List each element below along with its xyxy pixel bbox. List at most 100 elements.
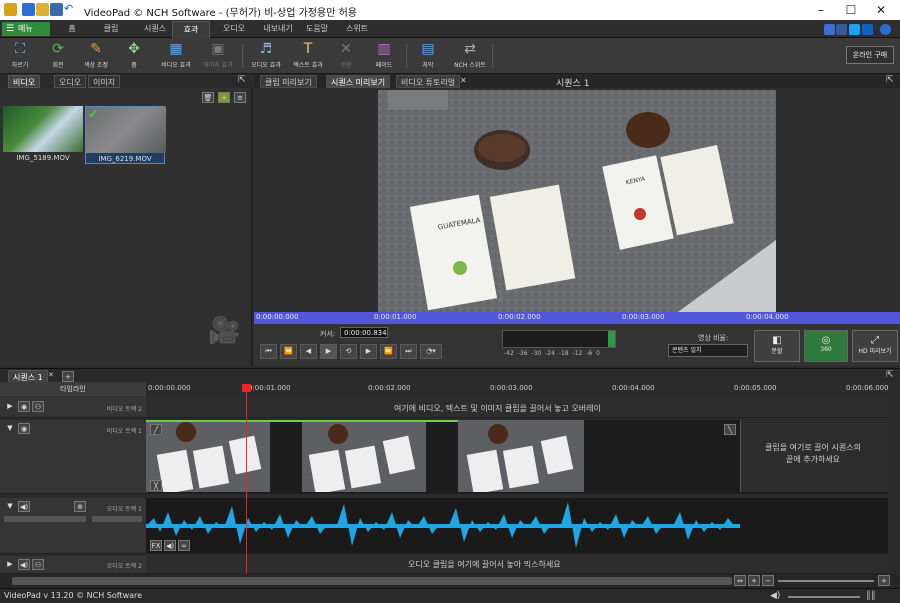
volume-slider[interactable] <box>4 516 86 522</box>
play-icon[interactable]: ▶ <box>320 344 337 359</box>
go-end-icon[interactable]: ⏭ <box>400 344 417 359</box>
video-track-1[interactable]: ╱ ╳ ╲ 클립을 여기로 끌어 시퀀스의 끝에 추가하세요 <box>146 420 888 494</box>
volume-icon[interactable]: ◀) <box>770 591 780 601</box>
twitter-icon[interactable] <box>849 24 860 35</box>
maximize-icon[interactable]: ☐ <box>836 0 866 20</box>
rotate-button[interactable]: ⟳ 회전 <box>40 40 76 72</box>
prev-frame-icon[interactable]: ⏪ <box>280 344 297 359</box>
list-view-icon[interactable]: ≡ <box>234 92 246 103</box>
tab-clip[interactable]: 클립 <box>98 23 124 34</box>
help-icon[interactable] <box>880 24 891 35</box>
link-icon[interactable]: ∞ <box>178 540 190 551</box>
add-sequence-icon[interactable]: + <box>62 371 74 382</box>
aspect-ratio-select[interactable]: 콘텐츠 일치 <box>668 344 748 357</box>
scroll-thumb[interactable] <box>12 577 732 585</box>
speaker-icon[interactable]: ◀) <box>18 501 30 512</box>
visibility-icon[interactable]: ◉ <box>18 401 30 412</box>
audio-track-1[interactable]: FX ◀) ∞ <box>146 498 888 554</box>
video-effects-button[interactable]: ▦ 비디오 효과 <box>156 40 196 72</box>
transition-icon[interactable]: ╱ <box>150 424 162 435</box>
expand-icon[interactable]: ▶ <box>4 401 16 412</box>
tab-export[interactable]: 내보내기 <box>258 23 298 34</box>
timeline-label[interactable]: 타임라인 <box>0 382 146 396</box>
loop-icon[interactable]: ⟲ <box>340 344 357 359</box>
go-start-icon[interactable]: ⏮ <box>260 344 277 359</box>
close-icon[interactable]: ✕ <box>866 0 896 20</box>
close-tab-icon[interactable]: ✕ <box>460 76 467 85</box>
video-clip[interactable] <box>146 420 270 492</box>
minimize-icon[interactable]: – <box>806 0 836 20</box>
clip-thumbnail[interactable]: IMG_5189.MOV <box>3 106 83 164</box>
drop-zone[interactable]: 클립을 여기로 끌어 시퀀스의 끝에 추가하세요 <box>740 420 888 492</box>
undo-icon[interactable]: ↶ <box>64 3 77 16</box>
tab-sequence-preview[interactable]: 시퀀스 미리보기 <box>326 75 391 88</box>
speaker-icon[interactable]: ◀) <box>18 559 30 570</box>
undock-icon[interactable]: ⇱ <box>886 370 894 380</box>
bin-tab-audio[interactable]: 오디오 <box>54 75 87 88</box>
timeline-scrollbar[interactable]: ⇔ + − + <box>0 574 900 588</box>
timeline-ruler[interactable]: 타임라인 0:00:00.000 0:00:01.000 0:00:02.000… <box>0 382 900 396</box>
expand-icon[interactable]: ▶ <box>4 559 16 570</box>
facebook-icon[interactable] <box>836 24 847 35</box>
zoom-out-icon[interactable]: − <box>762 575 774 586</box>
zoom-in-icon[interactable]: + <box>878 575 890 586</box>
transition-icon[interactable]: ╳ <box>150 480 162 491</box>
open-folder-icon[interactable] <box>36 3 49 16</box>
clip-thumbnail[interactable]: ✔ IMG_6219.MOV <box>85 106 166 164</box>
nch-suite-button[interactable]: ⇄ NCH 스위트 <box>450 40 490 72</box>
save-icon[interactable] <box>50 3 63 16</box>
bin-tab-video[interactable]: 비디오 <box>8 75 41 88</box>
preview-ruler[interactable]: 0:00:00.000 0:00:01.000 0:00:02.000 0:00… <box>254 312 900 324</box>
collapse-icon[interactable]: ▼ <box>4 423 16 434</box>
add-folder-icon[interactable]: + <box>218 92 230 103</box>
fit-icon[interactable]: ⇔ <box>734 575 746 586</box>
crop-button[interactable]: ⛶ 자르기 <box>2 40 38 72</box>
tab-suite[interactable]: 스위트 <box>344 23 370 34</box>
pan-slider[interactable] <box>92 516 142 522</box>
fx-icon[interactable]: FX <box>150 540 162 551</box>
zoom-icon[interactable]: ⊕ <box>74 501 86 512</box>
master-volume-slider[interactable] <box>788 596 860 598</box>
zoom-slider[interactable] <box>778 580 874 582</box>
buy-online-button[interactable]: 온라인 구매 <box>846 46 894 64</box>
playhead-handle[interactable] <box>242 384 251 392</box>
audio-effects-button[interactable]: ♬ 오디오 효과 <box>246 40 286 72</box>
cursor-time[interactable]: 0:00:00.834 <box>340 327 388 338</box>
undock-icon[interactable]: ⇱ <box>238 75 246 85</box>
like-icon[interactable] <box>824 24 835 35</box>
tab-clip-preview[interactable]: 클립 미리보기 <box>260 75 317 88</box>
tab-effects[interactable]: 효과 <box>172 21 210 38</box>
step-forward-icon[interactable]: ▶ <box>360 344 377 359</box>
split-button[interactable]: ◧ 분할 <box>754 330 800 362</box>
text-effects-button[interactable]: T 텍스트 효과 <box>288 40 328 72</box>
bin-tab-image[interactable]: 이미지 <box>88 75 121 88</box>
group-icon[interactable]: ⚇ <box>32 401 44 412</box>
subtitles-button[interactable]: ▤ 자막 <box>410 40 446 72</box>
step-back-icon[interactable]: ◀ <box>300 344 317 359</box>
tab-audio[interactable]: 오디오 <box>220 23 248 34</box>
tab-video-tutorial[interactable]: 비디오 튜토리얼 <box>396 75 461 88</box>
vr360-button[interactable]: ◎ 360 <box>804 330 848 362</box>
undock-icon[interactable]: ⇱ <box>886 75 894 85</box>
speed-icon[interactable]: ◔▾ <box>420 344 442 359</box>
zoom-in-icon[interactable]: + <box>748 575 760 586</box>
linkedin-icon[interactable] <box>862 24 873 35</box>
color-adjust-button[interactable]: ✎ 색상 조정 <box>78 40 114 72</box>
transition-icon[interactable]: ╲ <box>724 424 736 435</box>
main-menu-button[interactable]: 메뉴 <box>2 22 50 36</box>
transition-button[interactable]: ✕ 전환 <box>328 40 364 72</box>
video-track-2[interactable]: 여기에 비디오, 텍스트 및 이미지 클립을 끌어서 놓고 오버레이 <box>146 396 888 418</box>
playhead[interactable] <box>246 384 247 574</box>
tab-help[interactable]: 도움말 <box>302 23 332 34</box>
new-file-icon[interactable] <box>22 3 35 16</box>
close-tab-icon[interactable]: ✕ <box>48 371 54 379</box>
image-effects-button[interactable]: ▣ 이미지 효과 <box>198 40 238 72</box>
zoom-button[interactable]: ✥ 줌 <box>116 40 152 72</box>
visibility-icon[interactable]: ◉ <box>18 423 30 434</box>
video-clip[interactable] <box>302 420 426 492</box>
tab-home[interactable]: 홈 <box>64 23 80 34</box>
speaker-icon[interactable]: ◀) <box>164 540 176 551</box>
tab-sequence[interactable]: 시퀀스 <box>140 23 170 34</box>
group-icon[interactable]: ⚇ <box>32 559 44 570</box>
next-frame-icon[interactable]: ⏩ <box>380 344 397 359</box>
